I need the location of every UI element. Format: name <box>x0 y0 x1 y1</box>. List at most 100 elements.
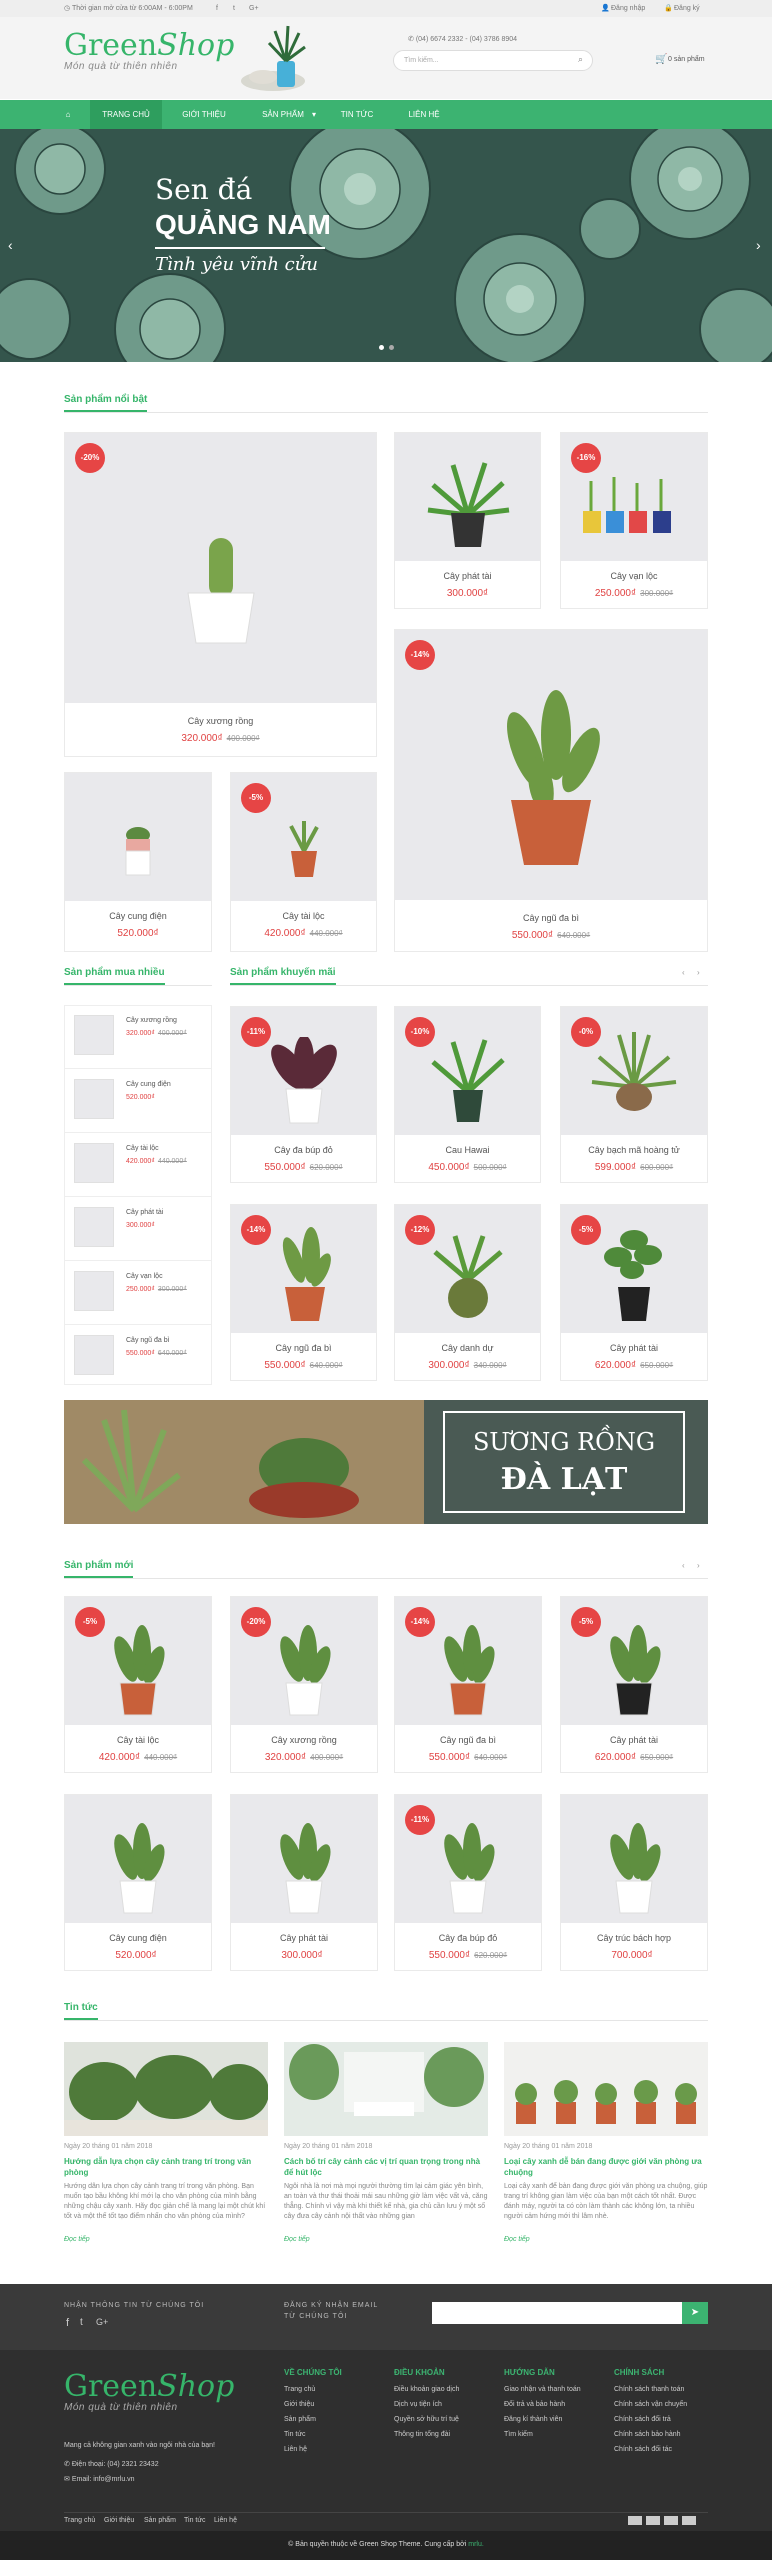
nav-item-home[interactable]: TRANG CHỦ <box>90 100 162 129</box>
product-thumb[interactable] <box>74 1271 114 1311</box>
nav-item-about[interactable]: GIỚI THIỆU <box>168 100 240 129</box>
footer-bottom-link[interactable]: Trang chủ <box>64 2517 95 2524</box>
product-name[interactable]: Cây trúc bách hợp <box>561 1933 707 1943</box>
slider-dot-active[interactable] <box>379 345 384 350</box>
chevron-right-icon[interactable]: › <box>756 237 761 253</box>
product-card[interactable]: Cây phát tài 300.000₫ <box>230 1794 378 1971</box>
footer-link[interactable]: Sản phẩm <box>284 2416 316 2423</box>
footer-link[interactable]: Trang chủ <box>284 2386 315 2393</box>
product-name[interactable]: Cây phát tài <box>561 1343 707 1353</box>
product-image[interactable] <box>65 433 376 703</box>
google-plus-icon[interactable]: G+ <box>96 2317 108 2327</box>
slider-dot[interactable] <box>389 345 394 350</box>
product-card[interactable]: -11% Cây đa búp đỏ 550.000₫ 620.000₫ <box>394 1794 542 1971</box>
next-arrow-icon[interactable]: › <box>697 1561 700 1570</box>
search-input[interactable]: Tìm kiếm... <box>393 50 593 71</box>
footer-link[interactable]: Điều khoản giao dịch <box>394 2386 459 2393</box>
product-card[interactable]: -20% Cây xương rồng 320.000₫ 400.000₫ <box>64 432 377 757</box>
google-plus-icon[interactable]: G+ <box>249 0 259 17</box>
product-name[interactable]: Cây đa búp đỏ <box>395 1933 541 1943</box>
product-card[interactable]: -14% Cây ngũ đa bì 550.000₫ 640.000₫ <box>230 1204 377 1381</box>
product-card[interactable]: -5% Cây tài lộc 420.000₫ 440.000₫ <box>64 1596 212 1773</box>
footer-bottom-link[interactable]: Tin tức <box>184 2517 206 2524</box>
footer-link[interactable]: Thông tin tổng đài <box>394 2431 450 2438</box>
product-card[interactable]: -20% Cây xương rồng 320.000₫ 400.000₫ <box>230 1596 378 1773</box>
news-headline[interactable]: Hướng dẫn lựa chọn cây cảnh trang trí tr… <box>64 2156 268 2178</box>
product-thumb[interactable] <box>74 1207 114 1247</box>
product-image[interactable] <box>561 1795 707 1923</box>
cart-icon[interactable]: 🛒 <box>655 54 667 65</box>
footer-link[interactable]: Đăng kí thành viên <box>504 2416 562 2423</box>
product-name[interactable]: Cây ngũ đa bì <box>126 1337 170 1344</box>
product-card[interactable]: -14% Cây ngũ đa bì 550.000₫ 640.000₫ <box>394 629 708 952</box>
send-icon[interactable]: ➤ <box>682 2302 708 2324</box>
product-card[interactable]: -16% Cây vạn lộc 250.000₫ 300.000₫ <box>560 432 708 609</box>
list-item[interactable]: Cây cung điện 520.000₫ <box>64 1069 212 1133</box>
product-name[interactable]: Cây ngũ đa bì <box>395 913 707 923</box>
register-link[interactable]: Đăng ký <box>674 0 700 17</box>
product-name[interactable]: Cây đa búp đỏ <box>231 1145 376 1155</box>
product-card[interactable]: -14% Cây ngũ đa bì 550.000₫ 640.000₫ <box>394 1596 542 1773</box>
product-name[interactable]: Cây tài lộc <box>65 1735 211 1745</box>
footer-link[interactable]: Dịch vụ tiện ích <box>394 2401 442 2408</box>
news-headline[interactable]: Loại cây xanh dễ bán đang được giới văn … <box>504 2156 708 2178</box>
read-more-link[interactable]: Đọc tiếp <box>64 2236 90 2243</box>
product-card[interactable]: Cây cung điện 520.000₫ <box>64 772 212 952</box>
footer-link[interactable]: Tìm kiếm <box>504 2431 533 2438</box>
product-name[interactable]: Cây ngũ đa bì <box>395 1735 541 1745</box>
product-name[interactable]: Cây bạch mã hoàng tử <box>561 1145 707 1155</box>
product-thumb[interactable] <box>74 1079 114 1119</box>
product-name[interactable]: Cây ngũ đa bì <box>231 1343 376 1353</box>
product-name[interactable]: Cây xương rồng <box>65 716 376 726</box>
read-more-link[interactable]: Đọc tiếp <box>504 2236 530 2243</box>
prev-arrow-icon[interactable]: ‹ <box>682 968 685 977</box>
product-name[interactable]: Cây xương rồng <box>126 1017 177 1024</box>
list-item[interactable]: Cây xương rồng 320.000₫ 400.000₫ <box>64 1005 212 1069</box>
product-name[interactable]: Cây tài lộc <box>231 911 376 921</box>
product-name[interactable]: Cây vạn lộc <box>126 1273 163 1280</box>
product-card[interactable]: Cây phát tài 300.000₫ <box>394 432 541 609</box>
nav-item-news[interactable]: TIN TỨC <box>325 100 389 129</box>
product-name[interactable]: Cây xương rồng <box>231 1735 377 1745</box>
prev-arrow-icon[interactable]: ‹ <box>682 1561 685 1570</box>
product-name[interactable]: Cây cung điện <box>65 1933 211 1943</box>
footer-link[interactable]: Giao nhận và thanh toán <box>504 2386 581 2393</box>
news-image[interactable] <box>64 2042 269 2136</box>
product-card[interactable]: -5% Cây tài lộc 420.000₫ 440.000₫ <box>230 772 377 952</box>
footer-link[interactable]: Chính sách bảo hành <box>614 2431 681 2438</box>
product-card[interactable]: -5% Cây phát tài 620.000₫ 650.000₫ <box>560 1596 708 1773</box>
news-headline[interactable]: Cách bố trí cây cảnh các vị trí quan trọ… <box>284 2156 488 2178</box>
promo-banner[interactable]: SƯƠNG RỒNG ĐÀ LẠT <box>64 1400 708 1524</box>
product-name[interactable]: Cây phát tài <box>395 571 540 581</box>
facebook-icon[interactable]: f <box>66 2317 69 2329</box>
read-more-link[interactable]: Đọc tiếp <box>284 2236 310 2243</box>
footer-link[interactable]: Giới thiệu <box>284 2401 314 2408</box>
chevron-left-icon[interactable]: ‹ <box>8 237 13 253</box>
product-name[interactable]: Cây tài lộc <box>126 1145 159 1152</box>
product-thumb[interactable] <box>74 1143 114 1183</box>
product-name[interactable]: Cây cung điện <box>126 1081 171 1088</box>
product-image[interactable] <box>395 630 707 900</box>
footer-link[interactable]: Liên hệ <box>284 2446 307 2453</box>
footer-bottom-link[interactable]: Giới thiệu <box>104 2517 134 2524</box>
news-image[interactable] <box>284 2042 488 2136</box>
product-card[interactable]: -12% Cây danh dự 300.000₫ 340.000₫ <box>394 1204 541 1381</box>
product-image[interactable] <box>65 773 211 901</box>
list-item[interactable]: Cây tài lộc 420.000₫ 440.000₫ <box>64 1133 212 1197</box>
footer-link[interactable]: Tin tức <box>284 2431 306 2438</box>
facebook-icon[interactable]: f <box>216 0 218 17</box>
nav-item-contact[interactable]: LIÊN HỆ <box>392 100 456 129</box>
newsletter-email-input[interactable] <box>432 2302 682 2324</box>
product-thumb[interactable] <box>74 1335 114 1375</box>
product-card[interactable]: -10% Cau Hawai 450.000₫ 500.000₫ <box>394 1006 541 1183</box>
product-card[interactable]: -0% Cây bạch mã hoàng tử 599.000₫ 600.000… <box>560 1006 708 1183</box>
footer-bottom-link[interactable]: Sản phẩm <box>144 2517 176 2524</box>
news-image[interactable] <box>504 2042 708 2136</box>
footer-link[interactable]: Chính sách vận chuyển <box>614 2401 687 2408</box>
home-icon[interactable]: ⌂ <box>56 100 80 129</box>
logo[interactable]: GreenShop Món quà từ thiên nhiên <box>64 31 234 73</box>
product-thumb[interactable] <box>74 1015 114 1055</box>
product-name[interactable]: Cây cung điện <box>65 911 211 921</box>
product-card[interactable]: Cây trúc bách hợp 700.000₫ <box>560 1794 708 1971</box>
footer-bottom-link[interactable]: Liên hệ <box>214 2517 237 2524</box>
